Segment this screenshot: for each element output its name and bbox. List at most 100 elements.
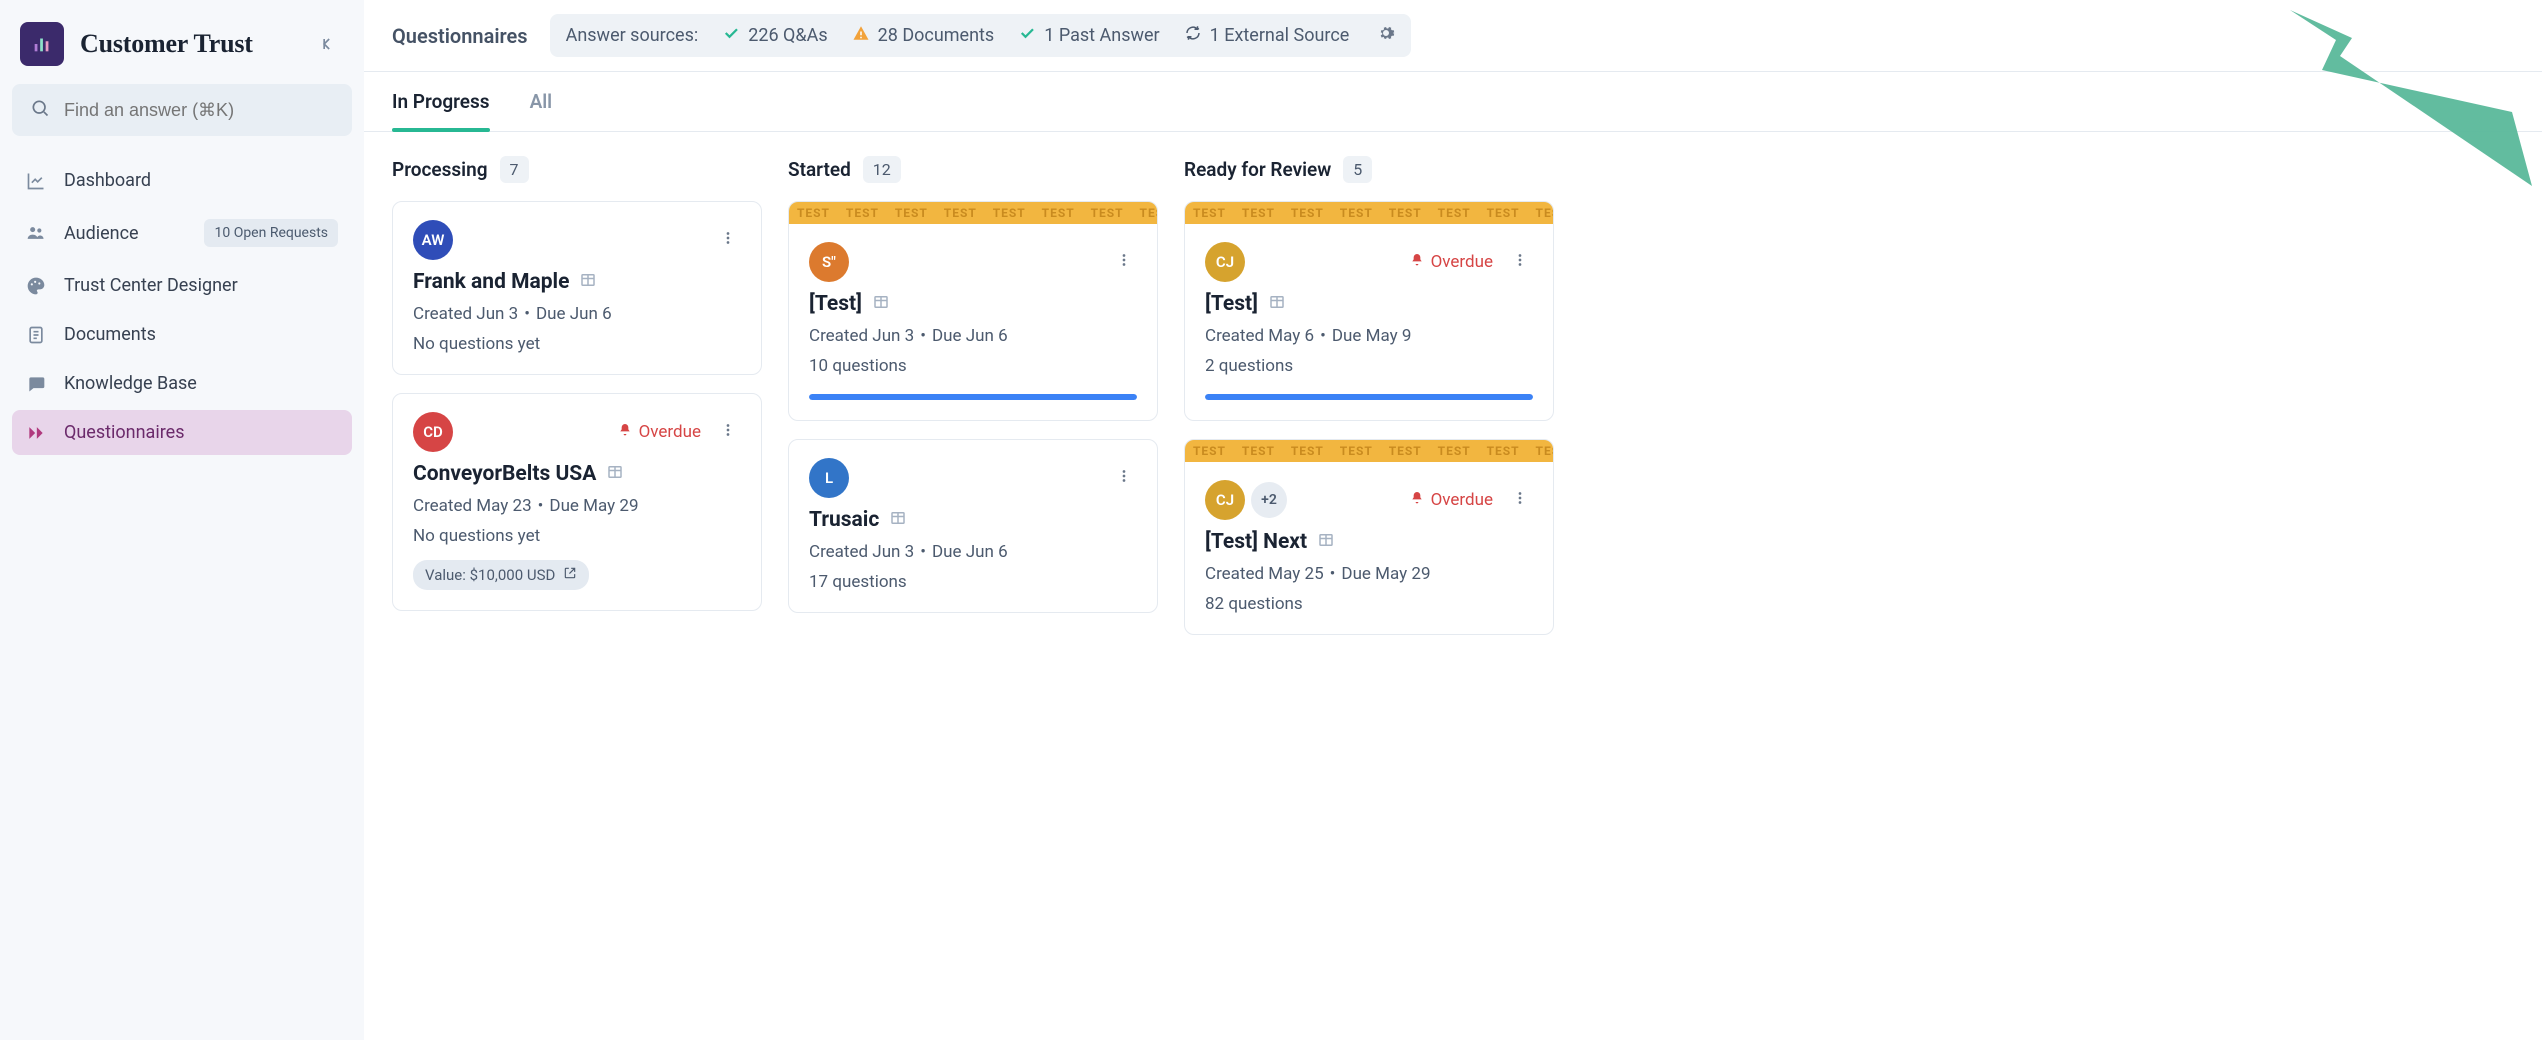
card-avatars: S" [809,242,849,282]
card-top: AW [413,220,741,260]
card-menu-button[interactable] [1507,247,1533,277]
avatar: S" [809,242,849,282]
card-top: CJ+2 Overdue [1205,480,1533,520]
card-actions [1111,463,1137,493]
answer-sources-pill: Answer sources: 226 Q&As 28 Documents 1 … [550,14,1412,57]
test-banner: TEST TEST TEST TEST TEST TEST TEST TEST [1185,440,1553,462]
table-icon [579,271,597,293]
questionnaire-card[interactable]: TEST TEST TEST TEST TEST TEST TEST TEST C… [1184,201,1554,421]
sidebar-item-audience[interactable]: Audience 10 Open Requests [12,207,352,259]
card-title-row: Trusaic [809,508,1137,532]
card-meta: Created May 25•Due May 29 [1205,564,1533,584]
questionnaire-card[interactable]: TEST TEST TEST TEST TEST TEST TEST TEST C… [1184,439,1554,635]
document-icon [26,325,46,345]
search-field[interactable] [64,100,334,121]
sidebar: Customer Trust Dashboard Audience 10 Ope… [0,0,364,1040]
card-meta: Created May 6•Due May 9 [1205,326,1533,346]
card-title: [Test] [1205,292,1258,316]
kanban-board: Processing 7 AW Frank and Maple Created Jun … [364,132,2542,1040]
check-icon [1018,24,1036,47]
sidebar-item-questionnaires[interactable]: Questionnaires [12,410,352,455]
brand-title: Customer Trust [80,29,300,59]
settings-button[interactable] [1377,24,1395,47]
avatar-overflow[interactable]: +2 [1251,482,1287,518]
source-external[interactable]: 1 External Source [1184,24,1350,47]
brand-logo [20,22,64,66]
tab-all[interactable]: All [530,90,553,131]
card-avatars: CJ [1205,242,1245,282]
column-count: 7 [500,156,529,183]
source-text: 28 Documents [878,25,995,46]
column-header: Started12 [788,156,1158,183]
board-column: Processing7AWFrank and MapleCreated Jun … [392,156,762,1016]
card-top: L [809,458,1137,498]
bell-icon [617,422,633,443]
card-menu-button[interactable] [715,225,741,255]
card-actions: Overdue [617,417,741,447]
sidebar-item-knowledge-base[interactable]: Knowledge Base [12,361,352,406]
card-title-row: ConveyorBelts USA [413,462,741,486]
avatar: AW [413,220,453,260]
column-header: Ready for Review5 [1184,156,1554,183]
test-banner: TEST TEST TEST TEST TEST TEST TEST TEST [1185,202,1553,224]
progress-bar [1205,394,1533,400]
sidebar-item-trust-center-designer[interactable]: Trust Center Designer [12,263,352,308]
column-title: Processing [392,158,488,181]
card-meta: Created May 23•Due May 29 [413,496,741,516]
source-text: 1 Past Answer [1044,25,1159,46]
card-sub: 17 questions [809,572,1137,592]
avatar: CJ [1205,480,1245,520]
chart-icon [26,171,46,191]
card-menu-button[interactable] [1111,247,1137,277]
nav-label: Questionnaires [64,422,338,443]
card-title-row: [Test] [1205,292,1533,316]
questionnaire-card[interactable]: AWFrank and MapleCreated Jun 3•Due Jun 6… [392,201,762,375]
questionnaire-card[interactable]: CDOverdueConveyorBelts USACreated May 23… [392,393,762,611]
overdue-badge: Overdue [1409,252,1493,273]
card-avatars: CJ+2 [1205,480,1287,520]
card-sub: 82 questions [1205,594,1533,614]
source-text: 1 External Source [1210,25,1350,46]
nav-label: Documents [64,324,338,345]
card-title: [Test] [809,292,862,316]
card-title-row: [Test] Next [1205,530,1533,554]
tab-in-progress[interactable]: In Progress [392,90,490,131]
search-input[interactable] [12,84,352,136]
overdue-badge: Overdue [617,422,701,443]
card-title: ConveyorBelts USA [413,462,596,486]
forward-icon [26,423,46,443]
avatar: CJ [1205,242,1245,282]
test-banner: TEST TEST TEST TEST TEST TEST TEST TEST [789,202,1157,224]
column-count: 5 [1343,156,1372,183]
table-icon [889,509,907,531]
sidebar-item-documents[interactable]: Documents [12,312,352,357]
nav-label: Trust Center Designer [64,275,338,296]
users-icon [26,223,46,243]
table-icon [872,293,890,315]
card-menu-button[interactable] [715,417,741,447]
overdue-badge: Overdue [1409,490,1493,511]
card-menu-button[interactable] [1111,463,1137,493]
board-column: Ready for Review5 TEST TEST TEST TEST TE… [1184,156,1554,1016]
card-meta: Created Jun 3•Due Jun 6 [809,326,1137,346]
brand-row: Customer Trust [12,18,352,70]
card-actions: Overdue [1409,247,1533,277]
source-qas[interactable]: 226 Q&As [722,24,827,47]
bell-icon [1409,490,1425,511]
source-past-answer[interactable]: 1 Past Answer [1018,24,1159,47]
source-documents[interactable]: 28 Documents [852,24,995,47]
card-title: Frank and Maple [413,270,569,294]
sidebar-item-dashboard[interactable]: Dashboard [12,158,352,203]
card-sub: No questions yet [413,334,741,354]
nav-label: Audience [64,223,186,244]
card-menu-button[interactable] [1507,485,1533,515]
card-actions [715,225,741,255]
collapse-sidebar-button[interactable] [316,30,344,58]
value-chip[interactable]: Value: $10,000 USD [413,560,589,590]
questionnaire-card[interactable]: LTrusaicCreated Jun 3•Due Jun 617 questi… [788,439,1158,613]
nav-label: Dashboard [64,170,338,191]
tabs: In Progress All [364,72,2542,132]
avatar: L [809,458,849,498]
questionnaire-card[interactable]: TEST TEST TEST TEST TEST TEST TEST TEST S… [788,201,1158,421]
card-sub: 2 questions [1205,356,1533,376]
